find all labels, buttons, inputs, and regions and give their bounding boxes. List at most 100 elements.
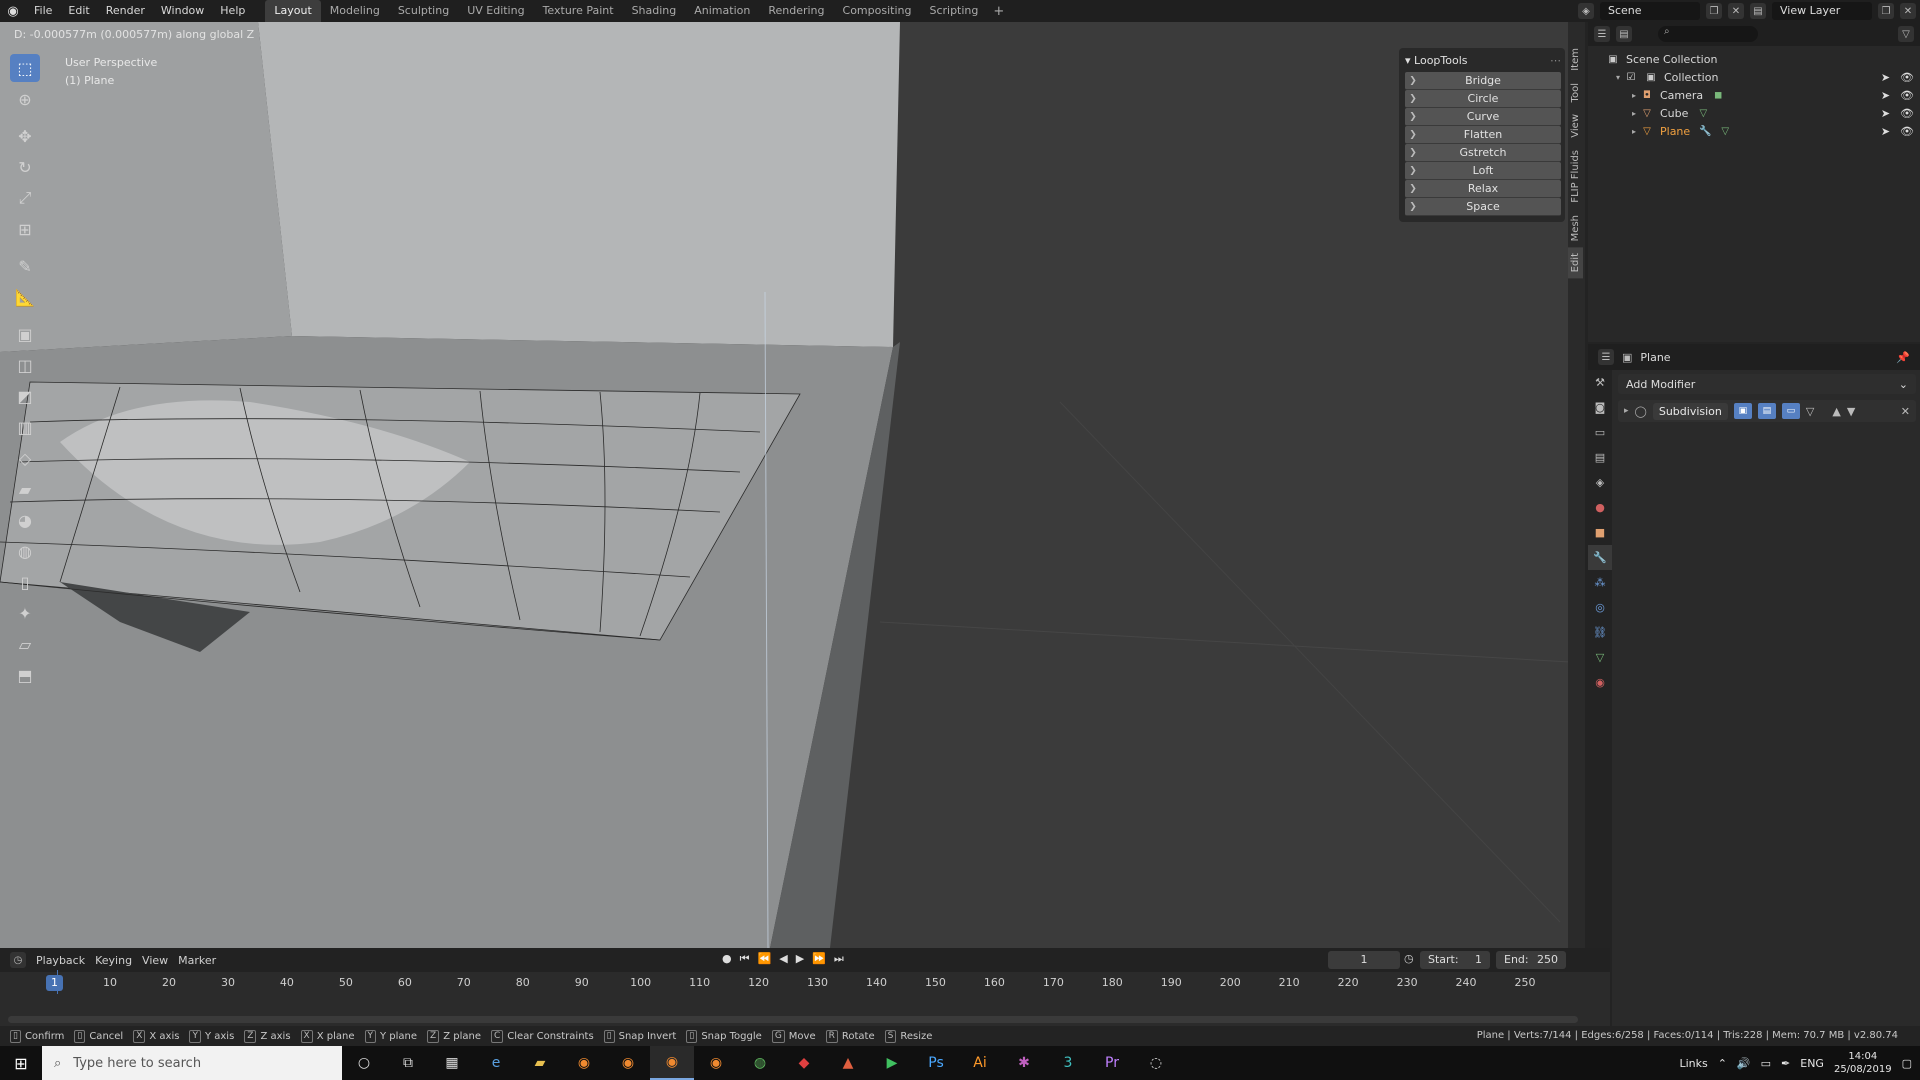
tab-flip-fluids[interactable]: FLIP Fluids xyxy=(1568,144,1583,209)
constraints-icon[interactable]: ⛓ xyxy=(1588,620,1612,645)
notification-icon[interactable]: ▢ xyxy=(1902,1057,1912,1070)
prev-keyframe-icon[interactable]: ⏪ xyxy=(758,952,772,966)
outliner-item-cube[interactable]: ▸ ▽ Cube ▽ ➤ 👁 xyxy=(1588,104,1920,122)
tab-view[interactable]: View xyxy=(1568,108,1583,144)
pen-icon[interactable]: ✒ xyxy=(1781,1057,1790,1070)
transform-icon[interactable]: ⊞ xyxy=(10,215,40,243)
inset-icon[interactable]: ◫ xyxy=(10,351,40,379)
blender-icon[interactable]: ◉ xyxy=(562,1046,606,1080)
play-reverse-icon[interactable]: ◀ xyxy=(779,952,787,966)
illustrator-icon[interactable]: Ai xyxy=(958,1046,1002,1080)
blender-icon[interactable]: ◉ xyxy=(606,1046,650,1080)
chevron-up-icon[interactable]: ⌃ xyxy=(1718,1057,1727,1070)
premiere-icon[interactable]: Pr xyxy=(1090,1046,1134,1080)
app-red-icon[interactable]: ◆ xyxy=(782,1046,826,1080)
links-toolbar[interactable]: Links xyxy=(1679,1057,1707,1070)
timeline-ruler[interactable]: 1 10 20 30 40 50 60 70 80 90 100 110 120 130 140 150 16… xyxy=(0,972,1610,994)
tab-edit[interactable]: Edit xyxy=(1568,246,1583,279)
looptools-curve[interactable]: ❯ Curve xyxy=(1405,108,1561,126)
tool-settings-icon[interactable]: ⚒ xyxy=(1588,370,1612,395)
edit-cage-icon[interactable]: ▣ xyxy=(1733,403,1752,419)
looptools-gstretch[interactable]: ❯ Gstretch xyxy=(1405,144,1561,162)
outliner-item-camera[interactable]: ▸ ◘ Camera ◼ ➤ 👁 xyxy=(1588,86,1920,104)
blender-icon[interactable]: ◉ xyxy=(694,1046,738,1080)
visibility-eye-icon[interactable]: 👁 xyxy=(1900,71,1914,84)
blender-logo-icon[interactable]: ◉ xyxy=(0,0,26,22)
add-modifier-dropdown[interactable]: Add Modifier ⌄ xyxy=(1618,374,1916,394)
record-icon[interactable]: ● xyxy=(722,952,732,966)
menu-window[interactable]: Window xyxy=(153,0,212,22)
cursor-icon[interactable]: ⊕ xyxy=(10,85,40,113)
new-view-layer-icon[interactable]: ❐ xyxy=(1878,3,1894,19)
jump-start-icon[interactable]: ⏮ xyxy=(740,952,750,966)
timeline-scrollbar[interactable] xyxy=(8,1016,1578,1023)
delete-view-layer-icon[interactable]: ✕ xyxy=(1900,3,1916,19)
expand-arrow-icon[interactable]: ▾ xyxy=(1612,73,1624,82)
modifier-name-field[interactable]: Subdivision xyxy=(1652,402,1728,420)
app-multicolor-icon[interactable]: ✱ xyxy=(1002,1046,1046,1080)
drag-handle-icon[interactable]: ⋯ xyxy=(1550,52,1561,72)
language-indicator[interactable]: ENG xyxy=(1800,1057,1824,1070)
app-orange-icon[interactable]: ▲ xyxy=(826,1046,870,1080)
taskbar-search-input[interactable]: ⌕ Type here to search xyxy=(42,1046,342,1080)
material-icon[interactable]: ◉ xyxy=(1588,670,1612,695)
looptools-loft[interactable]: ❯ Loft xyxy=(1405,162,1561,180)
expand-arrow-icon[interactable]: ▸ xyxy=(1628,91,1640,100)
media-player-icon[interactable]: ▶ xyxy=(870,1046,914,1080)
visibility-eye-icon[interactable]: 👁 xyxy=(1900,107,1914,120)
delete-scene-icon[interactable]: ✕ xyxy=(1728,3,1744,19)
collapse-arrow-icon[interactable]: ▾ xyxy=(1405,54,1411,67)
menu-keying[interactable]: Keying xyxy=(95,954,132,967)
steam-icon[interactable]: ◌ xyxy=(1134,1046,1178,1080)
outliner-item-plane[interactable]: ▸ ▽ Plane 🔧 ▽ ➤ 👁 xyxy=(1588,122,1920,140)
looptools-relax[interactable]: ❯ Relax xyxy=(1405,180,1561,198)
annotate-icon[interactable]: ✎ xyxy=(10,252,40,280)
smooth-icon[interactable]: ◍ xyxy=(10,537,40,565)
volume-icon[interactable]: 🔊 xyxy=(1737,1057,1751,1070)
select-arrow-icon[interactable]: ➤ xyxy=(1881,89,1890,102)
edge-browser-icon[interactable]: e xyxy=(474,1046,518,1080)
editor-type-icon[interactable]: ◷ xyxy=(10,952,26,968)
view-layer-icon[interactable]: ▤ xyxy=(1750,3,1766,19)
display-mode-icon[interactable]: ▤ xyxy=(1616,26,1632,42)
tab-item[interactable]: Item xyxy=(1568,42,1583,77)
select-arrow-icon[interactable]: ➤ xyxy=(1881,107,1890,120)
tab-mesh[interactable]: Mesh xyxy=(1568,209,1583,247)
tab-modeling[interactable]: Modeling xyxy=(321,0,389,22)
loop-cut-icon[interactable]: ▥ xyxy=(10,413,40,441)
clock-icon[interactable]: ◷ xyxy=(1404,952,1414,965)
tab-rendering[interactable]: Rendering xyxy=(759,0,833,22)
network-icon[interactable]: ▭ xyxy=(1761,1057,1771,1070)
editmode-icon[interactable]: ▤ xyxy=(1757,403,1776,419)
start-frame-field[interactable]: Start: 1 xyxy=(1420,951,1490,969)
outliner-scene-collection[interactable]: ▣ Scene Collection xyxy=(1588,50,1920,68)
output-icon[interactable]: ▭ xyxy=(1588,420,1612,445)
tab-sculpting[interactable]: Sculpting xyxy=(389,0,458,22)
editor-type-icon[interactable]: ☰ xyxy=(1594,26,1610,42)
realtime-icon[interactable]: ▭ xyxy=(1781,403,1800,419)
looptools-space[interactable]: ❯ Space xyxy=(1405,198,1561,216)
jump-end-icon[interactable]: ⏭ xyxy=(834,952,844,966)
tab-animation[interactable]: Animation xyxy=(685,0,759,22)
knife-icon[interactable]: ◇ xyxy=(10,444,40,472)
physics-icon[interactable]: ◎ xyxy=(1588,595,1612,620)
shear-icon[interactable]: ▱ xyxy=(10,630,40,658)
calculator-icon[interactable]: ▦ xyxy=(430,1046,474,1080)
current-frame-indicator[interactable]: 1 xyxy=(46,975,63,991)
clock[interactable]: 14:04 25/08/2019 xyxy=(1834,1050,1892,1076)
select-arrow-icon[interactable]: ➤ xyxy=(1881,125,1890,138)
add-workspace-button[interactable]: + xyxy=(987,4,1010,19)
chrome-icon[interactable]: ◍ xyxy=(738,1046,782,1080)
menu-playback[interactable]: Playback xyxy=(36,954,85,967)
expand-arrow-icon[interactable]: ▸ xyxy=(1624,406,1629,416)
shrink-fatten-icon[interactable]: ✦ xyxy=(10,599,40,627)
app-3-icon[interactable]: 3 xyxy=(1046,1046,1090,1080)
edge-slide-icon[interactable]: ▯ xyxy=(10,568,40,596)
spin-icon[interactable]: ◕ xyxy=(10,506,40,534)
menu-view[interactable]: View xyxy=(142,954,168,967)
rotate-icon[interactable]: ↻ xyxy=(10,153,40,181)
expand-arrow-icon[interactable]: ▸ xyxy=(1628,127,1640,136)
tab-texture-paint[interactable]: Texture Paint xyxy=(534,0,623,22)
particles-icon[interactable]: ⁂ xyxy=(1588,570,1612,595)
measure-icon[interactable]: 📐 xyxy=(10,283,40,311)
